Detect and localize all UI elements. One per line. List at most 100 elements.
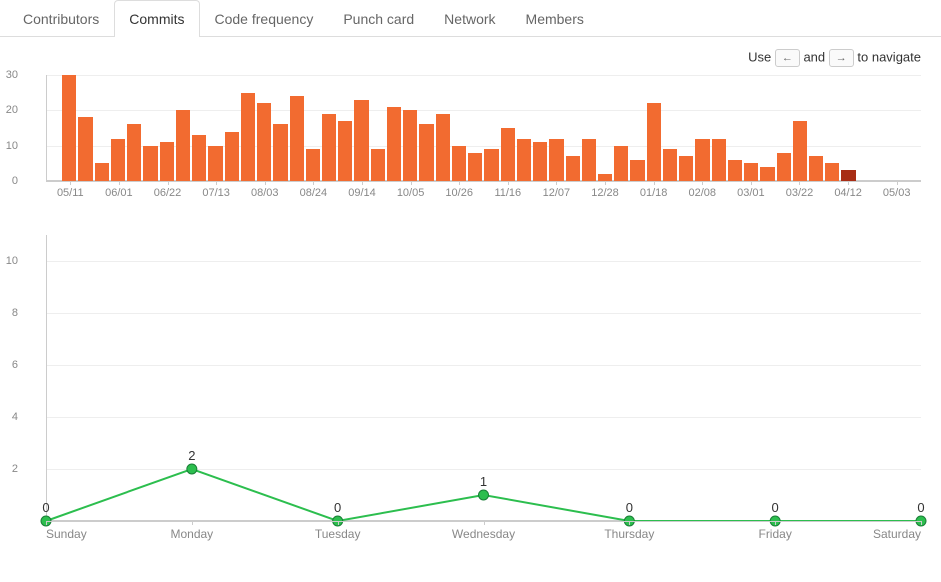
bar[interactable] xyxy=(387,107,401,181)
arrow-left-icon: ← xyxy=(775,49,800,67)
bar[interactable] xyxy=(760,167,774,181)
nav-hint-and: and xyxy=(803,49,825,64)
bar[interactable] xyxy=(582,139,596,181)
bar[interactable] xyxy=(143,146,157,181)
bar[interactable] xyxy=(273,124,287,181)
bar[interactable] xyxy=(679,156,693,181)
bar[interactable] xyxy=(841,170,855,181)
bar[interactable] xyxy=(257,103,271,181)
y-tick: 30 xyxy=(6,69,18,81)
bar[interactable] xyxy=(225,132,239,181)
x-tick: 04/12 xyxy=(834,187,862,199)
nav-hint-use: Use xyxy=(748,49,771,64)
x-tick: Tuesday xyxy=(315,527,361,541)
bar[interactable] xyxy=(549,139,563,181)
tab-commits[interactable]: Commits xyxy=(114,0,199,37)
bar[interactable] xyxy=(630,160,644,181)
x-tick: 02/08 xyxy=(688,187,716,199)
bar[interactable] xyxy=(160,142,174,181)
data-label: 1 xyxy=(480,474,487,489)
bar[interactable] xyxy=(95,163,109,181)
bar[interactable] xyxy=(598,174,612,181)
bar[interactable] xyxy=(663,149,677,181)
bar[interactable] xyxy=(127,124,141,181)
bar[interactable] xyxy=(354,100,368,181)
x-tick: 12/07 xyxy=(543,187,571,199)
x-tick: 05/11 xyxy=(57,187,84,199)
bar[interactable] xyxy=(614,146,628,181)
x-tick: 11/16 xyxy=(494,187,521,199)
x-tick: 05/03 xyxy=(883,187,911,199)
commits-line-chart[interactable]: 0201000 246810 SundayMondayTuesdayWednes… xyxy=(46,235,921,545)
bar[interactable] xyxy=(62,75,76,181)
bar[interactable] xyxy=(176,110,190,181)
bar[interactable] xyxy=(712,139,726,181)
x-tick: Thursday xyxy=(604,527,654,541)
bar[interactable] xyxy=(793,121,807,181)
tab-code-frequency[interactable]: Code frequency xyxy=(200,0,329,37)
x-tick: 10/05 xyxy=(397,187,425,199)
x-tick: 03/22 xyxy=(786,187,814,199)
x-tick: Wednesday xyxy=(452,527,515,541)
y-tick: 10 xyxy=(6,255,18,267)
x-tick: 10/26 xyxy=(445,187,473,199)
tab-members[interactable]: Members xyxy=(511,0,599,37)
x-tick: 09/14 xyxy=(348,187,376,199)
x-tick: 06/22 xyxy=(154,187,182,199)
bar[interactable] xyxy=(241,93,255,181)
bar[interactable] xyxy=(208,146,222,181)
tab-punch-card[interactable]: Punch card xyxy=(328,0,429,37)
tab-network[interactable]: Network xyxy=(429,0,510,37)
x-tick: 08/24 xyxy=(300,187,328,199)
x-tick: 01/18 xyxy=(640,187,668,199)
tabs-bar: Contributors Commits Code frequency Punc… xyxy=(0,0,941,37)
bar[interactable] xyxy=(501,128,515,181)
data-label: 0 xyxy=(334,500,341,515)
bar[interactable] xyxy=(403,110,417,181)
y-tick: 20 xyxy=(6,104,18,116)
bar[interactable] xyxy=(533,142,547,181)
data-label: 0 xyxy=(917,500,924,515)
bar[interactable] xyxy=(306,149,320,181)
x-tick: Friday xyxy=(758,527,791,541)
nav-hint: Use ← and → to navigate xyxy=(0,37,941,75)
x-tick: Sunday xyxy=(46,527,87,541)
bar[interactable] xyxy=(517,139,531,181)
bar[interactable] xyxy=(436,114,450,181)
y-tick: 0 xyxy=(12,175,18,187)
data-label: 0 xyxy=(42,500,49,515)
tab-contributors[interactable]: Contributors xyxy=(8,0,114,37)
bar[interactable] xyxy=(468,153,482,181)
bar[interactable] xyxy=(338,121,352,181)
bar[interactable] xyxy=(777,153,791,181)
bar[interactable] xyxy=(371,149,385,181)
bar[interactable] xyxy=(695,139,709,181)
commits-bar-chart[interactable]: 0102030 05/1106/0106/2207/1308/0308/2409… xyxy=(46,75,921,205)
arrow-right-icon: → xyxy=(829,49,854,67)
bar[interactable] xyxy=(484,149,498,181)
bar[interactable] xyxy=(419,124,433,181)
bar[interactable] xyxy=(290,96,304,181)
bar[interactable] xyxy=(566,156,580,181)
bar[interactable] xyxy=(111,139,125,181)
bar[interactable] xyxy=(809,156,823,181)
y-tick: 10 xyxy=(6,140,18,152)
x-tick: 03/01 xyxy=(737,187,765,199)
y-tick: 8 xyxy=(12,307,18,319)
bar[interactable] xyxy=(322,114,336,181)
y-tick: 2 xyxy=(12,463,18,475)
data-label: 2 xyxy=(188,448,195,463)
data-label: 0 xyxy=(626,500,633,515)
bar[interactable] xyxy=(192,135,206,181)
bar[interactable] xyxy=(78,117,92,181)
bar[interactable] xyxy=(728,160,742,181)
data-label: 0 xyxy=(772,500,779,515)
x-tick: 12/28 xyxy=(591,187,619,199)
x-tick: 08/03 xyxy=(251,187,279,199)
bar[interactable] xyxy=(647,103,661,181)
bar[interactable] xyxy=(452,146,466,181)
bar[interactable] xyxy=(825,163,839,181)
nav-hint-navigate: to navigate xyxy=(857,49,921,64)
y-tick: 6 xyxy=(12,359,18,371)
bar[interactable] xyxy=(744,163,758,181)
